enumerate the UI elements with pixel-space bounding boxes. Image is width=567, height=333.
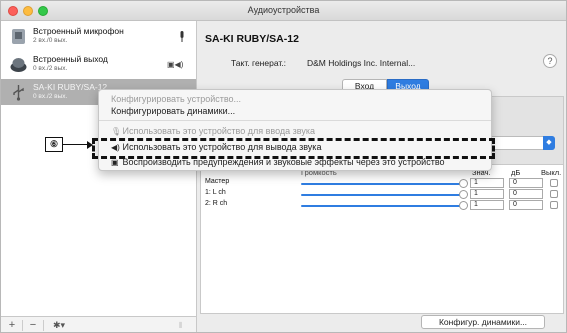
speaker-icon (10, 58, 27, 72)
device-channels: 2 вх./0 вых. (33, 37, 68, 44)
chevron-updown-icon: ◆ (543, 136, 555, 150)
db-field[interactable]: 0 (509, 178, 543, 188)
value-field[interactable]: 1 (470, 189, 504, 199)
device-channels: 0 вх./2 вых. (33, 93, 68, 100)
db-column-header: дБ (511, 168, 521, 177)
microphone-icon (12, 29, 25, 44)
usb-icon (13, 85, 24, 101)
volume-table: Громкость Знач. дБ Выкл. Мастер 1 0 1: L… (200, 164, 564, 314)
volume-slider[interactable] (301, 190, 468, 199)
volume-slider[interactable] (301, 179, 468, 188)
add-device-button[interactable]: + (3, 318, 21, 332)
db-field[interactable]: 0 (509, 200, 543, 210)
gear-menu-button[interactable]: ✱▾ (46, 318, 72, 332)
device-item-builtin-output[interactable]: Встроенный выход 0 вх./2 вых. ▣◀) (1, 51, 196, 77)
title-bar: Аудиоустройства (1, 1, 566, 21)
alert-icon: ▣ (111, 158, 119, 167)
slider-knob[interactable] (459, 201, 468, 210)
audio-devices-window: Аудиоустройства Встроенный микрофон 2 вх… (0, 0, 567, 333)
clock-source-select[interactable]: D&M Holdings Inc. Internal... (307, 58, 415, 68)
callout-line (63, 144, 89, 145)
menu-item-label: Использовать это устройство для ввода зв… (122, 126, 315, 136)
mute-column-header: Выкл. (541, 168, 562, 177)
mute-checkbox[interactable] (550, 190, 558, 198)
value-field[interactable]: 1 (470, 178, 504, 188)
toolbar-divider (43, 320, 44, 331)
toolbar-divider (22, 320, 23, 331)
highlight-box (92, 138, 495, 159)
remove-device-button[interactable]: − (24, 318, 42, 332)
channel-label: 1: L ch (205, 189, 226, 196)
device-title: SA-KI RUBY/SA-12 (205, 33, 299, 45)
sidebar-toolbar: + − ✱▾ ⦀ (1, 316, 196, 332)
callout-number: ⑥ (45, 137, 63, 152)
clock-source-label: Такт. генерат.: (231, 58, 287, 68)
device-detail-pane: SA-KI RUBY/SA-12 Такт. генерат.: D&M Hol… (197, 21, 566, 332)
device-item-builtin-mic[interactable]: Встроенный микрофон 2 вх./0 вых. (1, 23, 196, 49)
default-output-icon: ▣◀) (167, 60, 184, 69)
help-button[interactable]: ? (543, 54, 557, 68)
microphone-icon: 🎙︎ (111, 127, 122, 136)
arrow-right-icon (87, 141, 93, 149)
input-mic-icon (180, 31, 184, 42)
value-field[interactable]: 1 (470, 200, 504, 210)
volume-slider[interactable] (301, 201, 468, 210)
device-name: Встроенный выход (33, 54, 108, 64)
menu-item-configure-speakers[interactable]: Конфигурировать динамики... (111, 106, 235, 116)
channel-label: 2: R ch (205, 200, 228, 207)
menu-item-use-for-input[interactable]: 🎙︎ Использовать это устройство для ввода… (111, 126, 315, 136)
window-title: Аудиоустройства (247, 5, 320, 15)
format-select[interactable]: ◆ (487, 136, 555, 150)
resize-handle-icon[interactable]: ⦀ (179, 321, 183, 331)
mute-checkbox[interactable] (550, 201, 558, 209)
device-list: Встроенный микрофон 2 вх./0 вых. Встроен… (1, 21, 197, 332)
device-channels: 0 вх./2 вых. (33, 65, 68, 72)
device-name: Встроенный микрофон (33, 26, 124, 36)
menu-item-configure-device[interactable]: Конфигурировать устройство... (111, 94, 241, 104)
channel-label: Мастер (205, 178, 230, 185)
device-name: SA-KI RUBY/SA-12 (33, 82, 108, 92)
menu-separator (99, 120, 491, 121)
db-field[interactable]: 0 (509, 189, 543, 199)
configure-speakers-button[interactable]: Конфигур. динамики... (421, 315, 545, 329)
mute-checkbox[interactable] (550, 179, 558, 187)
slider-knob[interactable] (459, 190, 468, 199)
slider-knob[interactable] (459, 179, 468, 188)
